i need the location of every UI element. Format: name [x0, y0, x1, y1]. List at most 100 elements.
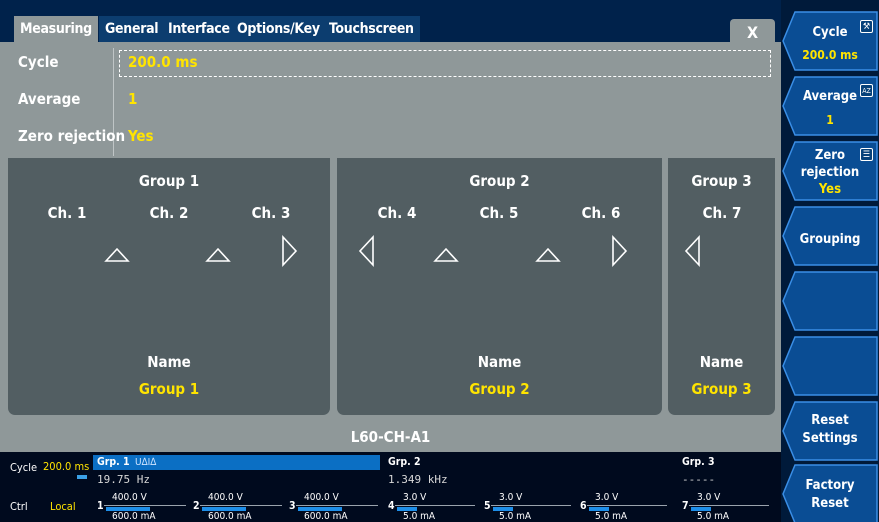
softkey-factory-reset[interactable]: Factory Reset: [781, 464, 879, 522]
tab-options-key[interactable]: Options/Key: [231, 16, 326, 42]
channel-number: 5: [484, 500, 491, 512]
channel-number: 1: [97, 500, 104, 512]
move-left-arrow-icon[interactable]: [679, 234, 707, 268]
channel-current: 5.0 mA: [697, 511, 730, 522]
softkey-empty-1[interactable]: [781, 271, 879, 331]
status-group-1-title: Grp. 1: [97, 456, 130, 468]
softkey-cycle[interactable]: Cycle 200.0 ms ⚒: [781, 11, 879, 71]
softkey-zero-rejection[interactable]: Zero rejection Yes ☰: [781, 141, 879, 201]
status-cycle-value: 200.0 ms: [43, 460, 90, 473]
tab-interface[interactable]: Interface: [162, 16, 236, 42]
group-name-value[interactable]: Group 1: [8, 380, 330, 398]
softkey-average-value: 1: [826, 113, 834, 127]
status-group-3-reading: -----: [682, 473, 716, 486]
status-group-2-reading: 1.349 kHz: [388, 473, 448, 486]
status-cycle-label: Cycle: [10, 461, 38, 474]
group-name-label: Name: [147, 353, 191, 371]
channel-current: 5.0 mA: [403, 511, 436, 522]
softkey-reset-line1: Reset: [811, 413, 849, 428]
channel-voltage: 400.0 V: [208, 492, 243, 503]
zero-rejection-value: Yes: [128, 127, 154, 145]
cycle-indicator-bar: [77, 475, 87, 479]
meter-axis: [587, 505, 667, 506]
close-button[interactable]: X: [730, 19, 775, 46]
measurement-device-screen: Measuring General Interface Options/Key …: [0, 0, 879, 522]
channel-number: 3: [289, 500, 296, 512]
tab-touchscreen[interactable]: Touchscreen: [323, 16, 420, 42]
channel-label: Ch. 6: [581, 204, 621, 222]
channel-label: Ch. 5: [479, 204, 519, 222]
status-ctrl-label: Ctrl: [10, 500, 28, 513]
channel-number: 2: [193, 500, 200, 512]
channel-number: 6: [580, 500, 587, 512]
channel-current: 600.0 mA: [112, 511, 156, 522]
group-name-value[interactable]: Group 2: [337, 380, 662, 398]
channel-voltage: 3.0 V: [499, 492, 523, 503]
tab-bar: Measuring General Interface Options/Key …: [0, 0, 781, 46]
average-value: 1: [128, 90, 138, 108]
softkey-factory-line1: Factory: [805, 478, 855, 493]
softkey-reset-settings[interactable]: Reset Settings: [781, 401, 879, 461]
group-title: Group 2: [469, 172, 530, 190]
softkey-cycle-value: 200.0 ms: [802, 48, 858, 62]
channel-label: Ch. 1: [47, 204, 87, 222]
status-group-2-title: Grp. 2: [388, 456, 421, 468]
setting-row-zero-rejection[interactable]: Zero rejection Yes: [0, 120, 781, 152]
meter-axis: [689, 505, 769, 506]
group-name-value[interactable]: Group 3: [668, 380, 775, 398]
move-up-arrow-icon[interactable]: [204, 234, 232, 268]
softkey-zero-value: Yes: [818, 182, 842, 197]
channel-label: Ch. 3: [251, 204, 291, 222]
softkey-grouping[interactable]: Grouping: [781, 206, 879, 266]
softkey-empty-2[interactable]: [781, 336, 879, 396]
group-panel-3[interactable]: Group 3 Ch. 7 Name Group 3: [668, 158, 775, 415]
list-icon: ☰: [860, 148, 873, 161]
channel-current: 5.0 mA: [499, 511, 532, 522]
softkey-average[interactable]: Average 1 AZ: [781, 76, 879, 136]
softkey-zero-label-line2: rejection: [800, 165, 860, 180]
move-left-arrow-icon[interactable]: [353, 234, 381, 268]
softkey-column: Cycle 200.0 ms ⚒ Average 1 AZ Zero rejec…: [781, 0, 879, 522]
status-ctrl-value: Local: [50, 500, 76, 513]
channel-number: 7: [682, 500, 689, 512]
channel-label: Ch. 4: [377, 204, 417, 222]
channel-voltage: 3.0 V: [595, 492, 619, 503]
group-panel-1[interactable]: Group 1 Ch. 1 Ch. 2 Ch. 3 Name Group 1: [8, 158, 330, 415]
tab-general[interactable]: General: [99, 16, 165, 42]
status-group-3-title: Grp. 3: [682, 456, 715, 468]
group-panel-2[interactable]: Group 2 Ch. 4 Ch. 5 Ch. 6 Name Group 2: [337, 158, 662, 415]
channel-current: 600.0 mA: [208, 511, 252, 522]
channel-current: 5.0 mA: [595, 511, 628, 522]
group-title: Group 1: [138, 172, 200, 190]
move-right-arrow-icon[interactable]: [276, 234, 304, 268]
setting-row-cycle[interactable]: Cycle 200.0 ms: [0, 46, 781, 78]
status-group-1-reading: 19.75 Hz: [97, 473, 150, 486]
setting-row-average[interactable]: Average 1: [0, 83, 781, 115]
move-right-arrow-icon[interactable]: [606, 234, 634, 268]
zero-rejection-label: Zero rejection: [18, 127, 126, 145]
channel-voltage: 400.0 V: [112, 492, 147, 503]
cycle-value: 200.0 ms: [128, 53, 198, 71]
move-up-arrow-icon[interactable]: [103, 234, 131, 268]
softkey-reset-line2: Settings: [802, 431, 858, 446]
sort-az-icon: AZ: [860, 84, 873, 97]
meter-axis: [104, 505, 186, 506]
channel-voltage: 400.0 V: [304, 492, 339, 503]
softkey-factory-line2: Reset: [811, 496, 849, 511]
device-name: L60-CH-A1: [350, 428, 431, 446]
channel-current: 600.0 mA: [304, 511, 348, 522]
softkey-grouping-label: Grouping: [799, 232, 861, 247]
meter-axis: [395, 505, 475, 506]
meter-axis: [200, 505, 282, 506]
channel-voltage: 3.0 V: [697, 492, 721, 503]
main-panel: Measuring General Interface Options/Key …: [0, 0, 781, 452]
meter-axis: [296, 505, 378, 506]
group-title: Group 3: [691, 172, 752, 190]
group-name-label: Name: [699, 353, 744, 371]
tab-measuring[interactable]: Measuring: [14, 16, 98, 42]
cycle-label: Cycle: [18, 53, 59, 71]
meter-axis: [491, 505, 571, 506]
move-up-arrow-icon[interactable]: [534, 234, 562, 268]
channel-voltage: 3.0 V: [403, 492, 427, 503]
move-up-arrow-icon[interactable]: [432, 234, 460, 268]
